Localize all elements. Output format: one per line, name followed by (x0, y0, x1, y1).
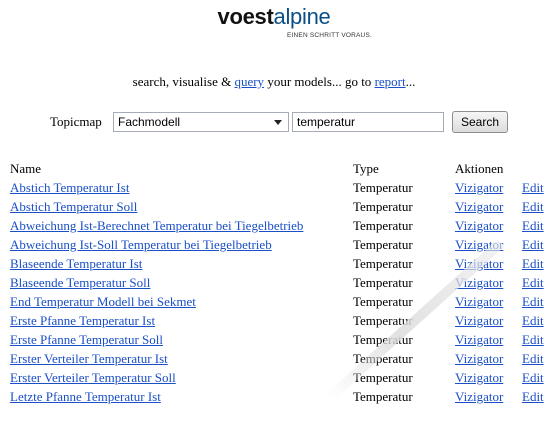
model-name-link[interactable]: Abstich Temperatur Ist (10, 179, 129, 196)
model-name-link[interactable]: Letzte Pfanne Temperatur Ist (10, 388, 161, 405)
edit-link[interactable]: Edit (522, 198, 544, 215)
model-name-link[interactable]: Blaseende Temperatur Soll (10, 274, 150, 291)
vizigator-link[interactable]: Vizigator (455, 331, 503, 348)
model-name-link[interactable]: Abweichung Ist-Berechnet Temperatur bei … (10, 217, 303, 234)
type-cell: Temperatur (353, 389, 413, 404)
edit-link[interactable]: Edit (522, 274, 544, 291)
model-name-link[interactable]: Blaseende Temperatur Ist (10, 255, 142, 272)
vizigator-link[interactable]: Vizigator (455, 350, 503, 367)
intro-text: search, visualise & query your models...… (132, 74, 416, 89)
vizigator-link[interactable]: Vizigator (455, 236, 503, 253)
model-name-link[interactable]: Erste Pfanne Temperatur Ist (10, 312, 155, 329)
voestalpine-logo: voestalpine (0, 4, 548, 30)
edit-link[interactable]: Edit (522, 255, 544, 272)
model-name-link[interactable]: Erster Verteiler Temperatur Ist (10, 350, 168, 367)
name-column-header: Name (10, 161, 42, 176)
logo-wordmark: voestalpine (217, 4, 331, 29)
edit-link[interactable]: Edit (522, 179, 544, 196)
type-cell: Temperatur (353, 256, 413, 271)
vizigator-link[interactable]: Vizigator (455, 217, 503, 234)
type-cell: Temperatur (353, 199, 413, 214)
edit-link[interactable]: Edit (522, 369, 544, 386)
vizigator-link[interactable]: Vizigator (455, 179, 503, 196)
type-cell: Temperatur (353, 237, 413, 252)
model-name-link[interactable]: Erster Verteiler Temperatur Soll (10, 369, 176, 386)
type-cell: Temperatur (353, 275, 413, 290)
edit-link[interactable]: Edit (522, 388, 544, 405)
query-link[interactable]: query (234, 74, 264, 89)
report-link[interactable]: report (375, 74, 406, 89)
type-cell: Temperatur (353, 370, 413, 385)
type-cell: Temperatur (353, 351, 413, 366)
type-cell: Temperatur (353, 218, 413, 233)
model-name-link[interactable]: End Temperatur Modell bei Sekmet (10, 293, 196, 310)
type-cell: Temperatur (353, 294, 413, 309)
edit-link[interactable]: Edit (522, 217, 544, 234)
edit-link[interactable]: Edit (522, 293, 544, 310)
search-button[interactable]: Search (452, 111, 508, 133)
vizigator-link[interactable]: Vizigator (455, 293, 503, 310)
actions-column-header: Aktionen (455, 161, 504, 176)
vizigator-link[interactable]: Vizigator (455, 312, 503, 329)
model-name-link[interactable]: Abstich Temperatur Soll (10, 198, 137, 215)
topicmap-label: Topicmap (50, 114, 102, 129)
vizigator-link[interactable]: Vizigator (455, 198, 503, 215)
search-bar: Topicmap Fachmodell temperatur Search (0, 111, 548, 133)
type-column-header: Type (353, 161, 379, 176)
topicmap-selected-value: Fachmodell (118, 115, 181, 129)
edit-link[interactable]: Edit (522, 312, 544, 329)
vizigator-link[interactable]: Vizigator (455, 274, 503, 291)
model-name-link[interactable]: Erste Pfanne Temperatur Soll (10, 331, 163, 348)
type-cell: Temperatur (353, 332, 413, 347)
edit-link[interactable]: Edit (522, 331, 544, 348)
edit-link[interactable]: Edit (522, 236, 544, 253)
vizigator-link[interactable]: Vizigator (455, 255, 503, 272)
logo-tagline: EINEN SCHRITT VORAUS. (287, 32, 372, 39)
topicmap-select[interactable]: Fachmodell (113, 112, 289, 132)
model-name-link[interactable]: Abweichung Ist-Soll Temperatur bei Tiege… (10, 236, 272, 253)
type-cell: Temperatur (353, 313, 413, 328)
search-input[interactable]: temperatur (292, 112, 444, 132)
vizigator-link[interactable]: Vizigator (455, 388, 503, 405)
vizigator-link[interactable]: Vizigator (455, 369, 503, 386)
type-cell: Temperatur (353, 180, 413, 195)
edit-link[interactable]: Edit (522, 350, 544, 367)
dropdown-arrow-icon[interactable] (274, 120, 282, 125)
